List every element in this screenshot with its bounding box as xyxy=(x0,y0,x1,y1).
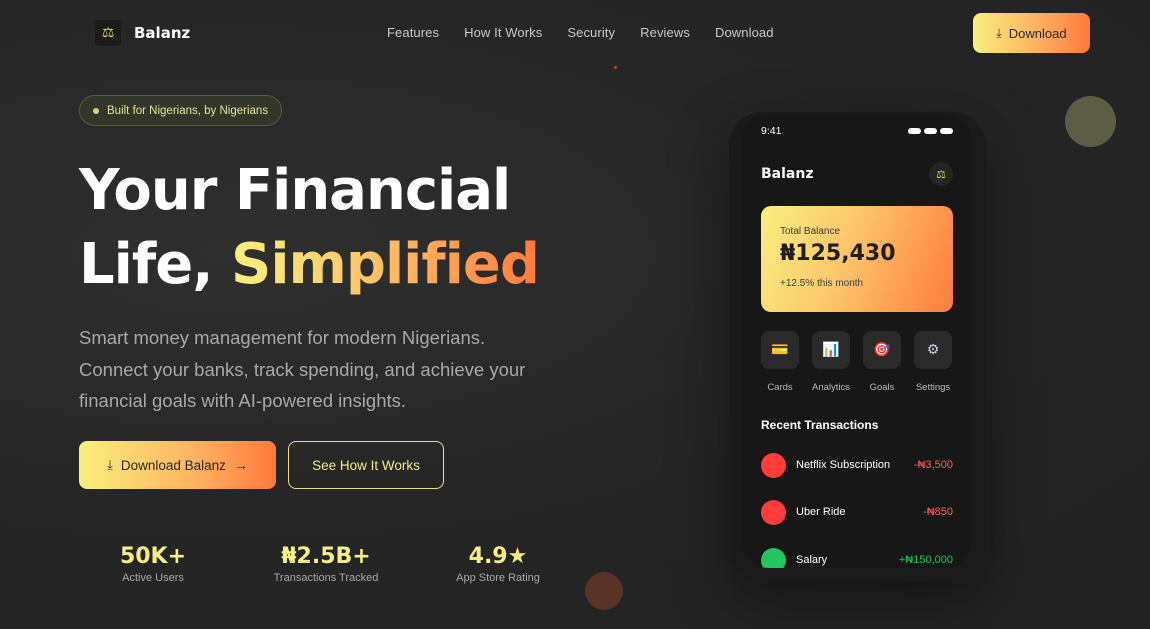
balance-label: Total Balance xyxy=(780,226,841,237)
download-balanz-button[interactable]: ⤓ Download Balanz → xyxy=(79,441,276,489)
transaction-icon xyxy=(761,453,786,478)
nav-link-reviews[interactable]: Reviews xyxy=(640,25,690,40)
stat-value: 50K+ xyxy=(119,544,187,569)
decorative-circle xyxy=(1065,96,1116,147)
stat-rating: 4.9★ App Store Rating xyxy=(448,543,548,584)
hero-badge: Built for Nigerians, by Nigerians xyxy=(79,95,283,126)
nav-link-features[interactable]: Features xyxy=(387,25,439,40)
wifi-icon xyxy=(924,128,937,134)
battery-icon xyxy=(940,128,953,134)
transaction-name: Uber Ride xyxy=(796,506,846,518)
credit-card-icon: 💳 xyxy=(761,331,799,369)
scales-icon: ⚖ xyxy=(929,162,953,186)
see-how-it-works-button[interactable]: See How It Works xyxy=(288,441,444,489)
hero-subtext: Smart money management for modern Nigeri… xyxy=(79,327,526,411)
download-balanz-label: Download Balanz xyxy=(120,457,226,473)
headline-highlight: Simplified xyxy=(231,232,540,297)
stat-label: Transactions Tracked xyxy=(273,572,379,584)
stat-value: ₦2.5B+ xyxy=(281,544,371,569)
nav-link-download[interactable]: Download xyxy=(715,25,774,40)
hero-headline: Your Financial Life, Simplified xyxy=(79,154,540,302)
nav-link-security[interactable]: Security xyxy=(567,25,615,40)
gear-icon: ⚙ xyxy=(914,331,952,369)
balance-card[interactable]: Total Balance ₦125,430 +12.5% this month xyxy=(761,206,953,312)
stat-label: Active Users xyxy=(122,572,184,584)
download-icon: ⤓ xyxy=(107,457,113,472)
nav-download-label: Download xyxy=(1008,25,1067,41)
transaction-name: Netflix Subscription xyxy=(796,459,891,471)
stat-transactions: ₦2.5B+ Transactions Tracked xyxy=(266,543,386,584)
balance-amount: ₦125,430 xyxy=(780,241,896,266)
stat-label: App Store Rating xyxy=(456,572,540,584)
chart-icon: 📊 xyxy=(812,331,850,369)
transaction-amount: -₦3,500 xyxy=(913,459,953,471)
stat-value: 4.9★ xyxy=(468,544,528,569)
status-bar-icons xyxy=(908,128,953,134)
brand-logo[interactable]: ⚖ Balanz xyxy=(95,20,190,46)
headline-line-2-plain: Life, xyxy=(79,232,213,297)
transaction-amount: +₦150,000 xyxy=(898,554,953,566)
transaction-row[interactable]: Uber Ride -₦850 xyxy=(761,499,953,525)
badge-dot-icon xyxy=(93,107,99,114)
transaction-icon xyxy=(761,500,786,525)
signal-icon xyxy=(908,128,921,134)
recent-transactions-title: Recent Transactions xyxy=(761,418,879,432)
brand-name: Balanz xyxy=(134,24,191,42)
balance-change: +12.5% this month xyxy=(780,278,864,289)
headline-line-1: Your Financial xyxy=(79,158,511,223)
nav-links: Features How It Works Security Reviews D… xyxy=(387,25,799,40)
transaction-row[interactable]: Salary +₦150,000 xyxy=(761,547,953,568)
quick-action-analytics[interactable]: 📊 Analytics xyxy=(812,331,850,393)
quick-action-settings[interactable]: ⚙ Settings xyxy=(914,331,952,393)
see-how-it-works-label: See How It Works xyxy=(312,457,420,473)
scales-icon: ⚖ xyxy=(95,20,121,46)
transaction-row[interactable]: Netflix Subscription -₦3,500 xyxy=(761,452,953,478)
top-navigation: ⚖ Balanz Features How It Works Security … xyxy=(0,0,1150,69)
phone-screen: 9:41 Balanz ⚖ Total Balance ₦125,430 +12… xyxy=(741,113,972,568)
target-icon: 🎯 xyxy=(863,331,901,369)
quick-action-cards[interactable]: 💳 Cards xyxy=(761,331,799,393)
decorative-circle xyxy=(585,572,623,610)
transaction-amount: -₦850 xyxy=(923,506,953,518)
badge-text: Built for Nigerians, by Nigerians xyxy=(107,104,269,117)
nav-active-indicator xyxy=(614,66,617,69)
app-title: Balanz xyxy=(761,166,814,182)
nav-download-button[interactable]: ⤓ Download xyxy=(973,13,1090,53)
quick-action-label: Settings xyxy=(915,382,951,393)
stat-active-users: 50K+ Active Users xyxy=(103,543,203,584)
download-icon: ⤓ xyxy=(996,25,1002,40)
arrow-right-icon: → xyxy=(233,457,248,473)
nav-link-how-it-works[interactable]: How It Works xyxy=(464,25,542,40)
transaction-icon xyxy=(761,548,786,568)
transaction-name: Salary xyxy=(796,554,828,566)
quick-action-goals[interactable]: 🎯 Goals xyxy=(863,331,901,393)
status-bar-time: 9:41 xyxy=(761,125,782,137)
